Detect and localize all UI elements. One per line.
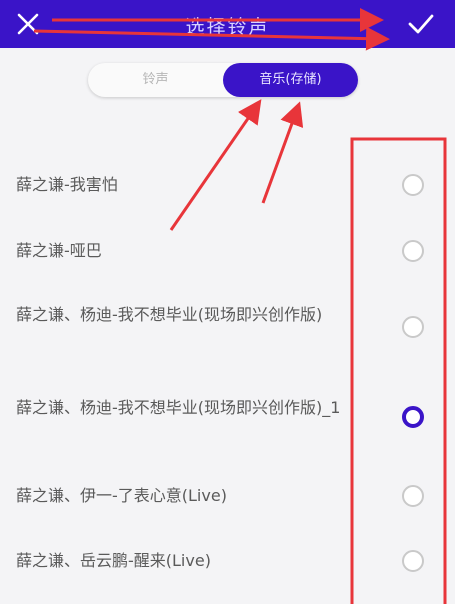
radio-button[interactable] [402,174,424,196]
header-bar: 选择铃声 [0,0,455,48]
tab-switcher: 铃声 音乐(存储) [88,63,358,97]
radio-button[interactable] [402,485,424,507]
check-icon[interactable] [407,11,435,37]
annotation-arrow [169,99,262,231]
song-title: 薛之谦、杨迪-我不想毕业(现场即兴创作版)_1 [16,398,341,417]
radio-button[interactable] [402,240,424,262]
annotation-highlight-box [350,137,447,604]
radio-button-selected[interactable] [402,406,424,428]
song-title: 薛之谦-我害怕 [16,175,118,194]
radio-button[interactable] [402,316,424,338]
song-title: 薛之谦、伊一-了表心意(Live) [16,486,227,505]
radio-button[interactable] [402,550,424,572]
page-title: 选择铃声 [185,16,270,38]
tab-ringtone[interactable]: 铃声 [88,63,223,97]
song-title: 薛之谦、岳云鹏-醒来(Live) [16,551,211,570]
song-title: 薛之谦-哑巴 [16,241,102,260]
song-title: 薛之谦、杨迪-我不想毕业(现场即兴创作版) [16,305,323,324]
tab-music-storage[interactable]: 音乐(存储) [223,63,358,97]
